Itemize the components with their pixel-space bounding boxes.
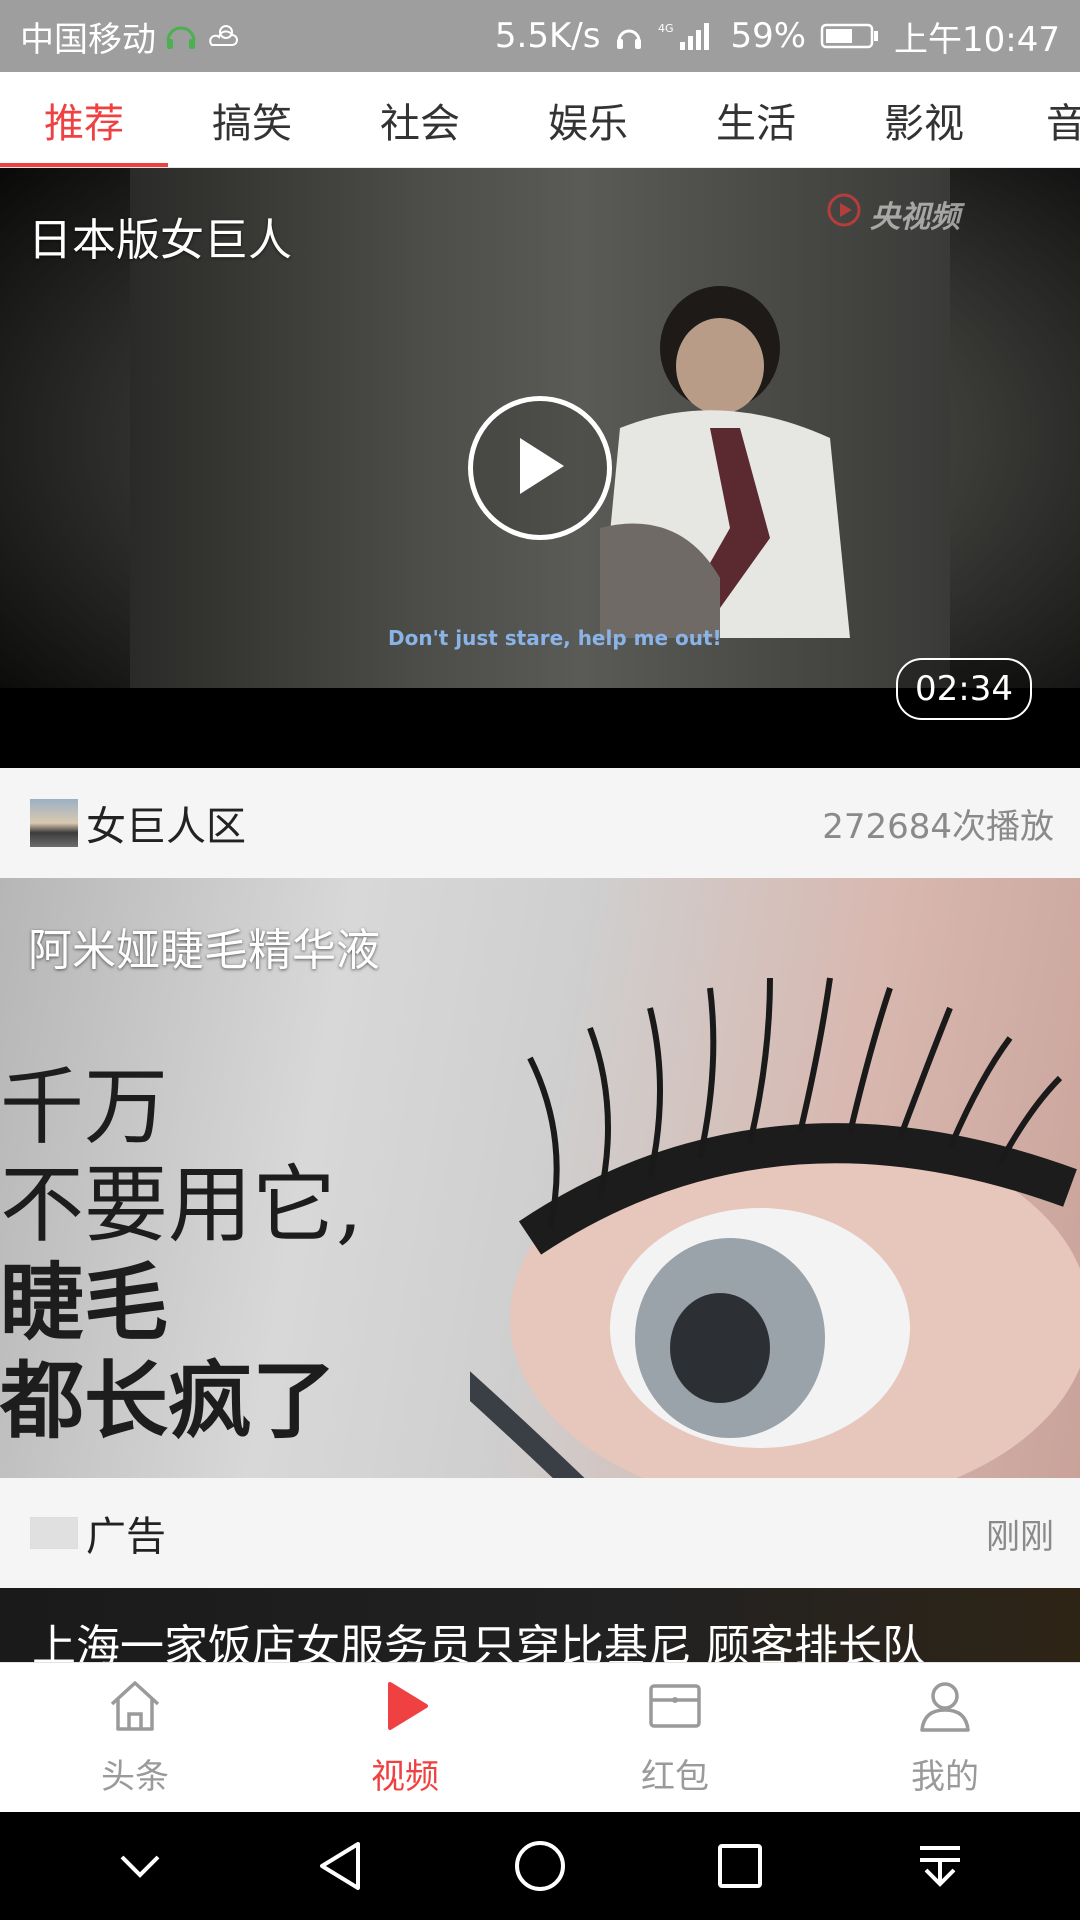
duration-badge: 02:34 <box>896 658 1032 720</box>
tab-society[interactable]: 社会 <box>336 72 504 167</box>
bottom-navigation: 头条 视频 红包 我的 <box>0 1662 1080 1812</box>
nav-red-envelope[interactable]: 红包 <box>540 1663 810 1812</box>
next-video-thumbnail[interactable]: 上海一家饭店女服务员只穿比基尼 顾客排长队 <box>0 1588 1080 1662</box>
ad-image[interactable]: 阿米娅睫毛精华液 千万 不要用它, 睫毛 都长疯了 <box>0 878 1080 1478</box>
ad-line: 千万 <box>0 1058 169 1156</box>
video-feed: 央视频 日本版女巨人 Don't just stare, help me out… <box>0 168 1080 1662</box>
tab-music[interactable]: 音 <box>1008 72 1080 167</box>
thumbnail-figure <box>600 278 860 642</box>
tab-label: 影视 <box>884 100 964 147</box>
tab-label: 娱乐 <box>548 100 628 147</box>
video-title[interactable]: 日本版女巨人 <box>28 204 292 268</box>
profile-icon <box>916 1678 974 1743</box>
tab-label: 生活 <box>716 100 796 147</box>
headphones-icon <box>614 21 644 51</box>
home-icon <box>106 1678 164 1743</box>
tab-label: 社会 <box>380 100 460 147</box>
weather-icon <box>206 21 240 51</box>
video-subtitle: Don't just stare, help me out! <box>388 626 722 650</box>
battery-percent: 59% <box>730 16 807 56</box>
headset-icon <box>164 21 198 51</box>
system-navigation-bar <box>0 1812 1080 1920</box>
tab-label: 搞笑 <box>212 100 292 147</box>
tab-label: 音 <box>1046 91 1080 149</box>
signal-icon: 4G <box>658 20 716 52</box>
ad-label: 广告 <box>86 1514 166 1560</box>
tab-label: 推荐 <box>44 100 124 147</box>
nav-label: 红包 <box>641 1756 709 1797</box>
video-meta-bar: 女巨人区 272684次播放 <box>0 768 1080 878</box>
svg-text:4G: 4G <box>658 22 674 35</box>
watermark-label: 央视频 <box>870 200 960 235</box>
source-avatar[interactable] <box>30 799 78 847</box>
download-icon[interactable] <box>900 1826 980 1906</box>
battery-icon <box>820 21 880 51</box>
nav-label: 我的 <box>911 1756 979 1797</box>
ad-line: 睫毛 <box>0 1253 169 1352</box>
tab-recommend[interactable]: 推荐 <box>0 72 168 167</box>
recents-icon[interactable] <box>700 1826 780 1906</box>
ad-time: 刚刚 <box>986 1516 1054 1557</box>
clock: 上午10:47 <box>894 19 1060 60</box>
ad-line: 不要用它, <box>0 1156 363 1254</box>
next-video-card[interactable]: 上海一家饭店女服务员只穿比基尼 顾客排长队 <box>0 1588 1080 1662</box>
tab-funny[interactable]: 搞笑 <box>168 72 336 167</box>
watermark-icon <box>826 192 862 236</box>
network-speed: 5.5K/s <box>494 16 601 56</box>
app-root: 中国移动 5.5K/s 4G 59% 上午10:47 推荐 搞笑 社会 娱乐 生… <box>0 0 1080 1920</box>
nav-profile[interactable]: 我的 <box>810 1663 1080 1812</box>
carrier-label: 中国移动 <box>20 19 156 60</box>
tab-film-tv[interactable]: 影视 <box>840 72 1008 167</box>
source-name[interactable]: 女巨人区 <box>86 794 246 852</box>
ad-title[interactable]: 阿米娅睫毛精华液 <box>28 914 380 978</box>
home-circle-icon[interactable] <box>500 1826 580 1906</box>
play-icon <box>510 434 570 502</box>
nav-video[interactable]: 视频 <box>270 1663 540 1812</box>
ad-line: 都长疯了 <box>0 1351 337 1450</box>
back-icon[interactable] <box>300 1826 380 1906</box>
video-watermark: 央视频 <box>826 192 960 236</box>
nav-label: 视频 <box>371 1756 439 1797</box>
ad-source-logo[interactable] <box>30 1517 78 1549</box>
play-icon <box>376 1678 434 1743</box>
next-video-title[interactable]: 上海一家饭店女服务员只穿比基尼 顾客排长队 <box>32 1610 926 1662</box>
chevron-down-icon[interactable] <box>100 1826 180 1906</box>
red-envelope-icon <box>646 1678 704 1743</box>
eyelash-image <box>442 938 1080 1478</box>
ad-headline: 千万 不要用它, 睫毛 都长疯了 <box>0 1058 363 1450</box>
category-tab-bar: 推荐 搞笑 社会 娱乐 生活 影视 音 <box>0 72 1080 168</box>
nav-headlines[interactable]: 头条 <box>0 1663 270 1812</box>
video-card[interactable]: 央视频 日本版女巨人 Don't just stare, help me out… <box>0 168 1080 878</box>
tab-life[interactable]: 生活 <box>672 72 840 167</box>
status-bar: 中国移动 5.5K/s 4G 59% 上午10:47 <box>0 0 1080 72</box>
nav-label: 头条 <box>101 1756 169 1797</box>
ad-card[interactable]: 阿米娅睫毛精华液 千万 不要用它, 睫毛 都长疯了 广告 刚刚 <box>0 878 1080 1588</box>
tab-entertainment[interactable]: 娱乐 <box>504 72 672 167</box>
ad-meta-bar: 广告 刚刚 <box>0 1478 1080 1588</box>
video-player[interactable]: 央视频 日本版女巨人 Don't just stare, help me out… <box>0 168 1080 768</box>
play-count: 272684次播放 <box>822 806 1054 847</box>
play-button[interactable] <box>468 396 612 540</box>
